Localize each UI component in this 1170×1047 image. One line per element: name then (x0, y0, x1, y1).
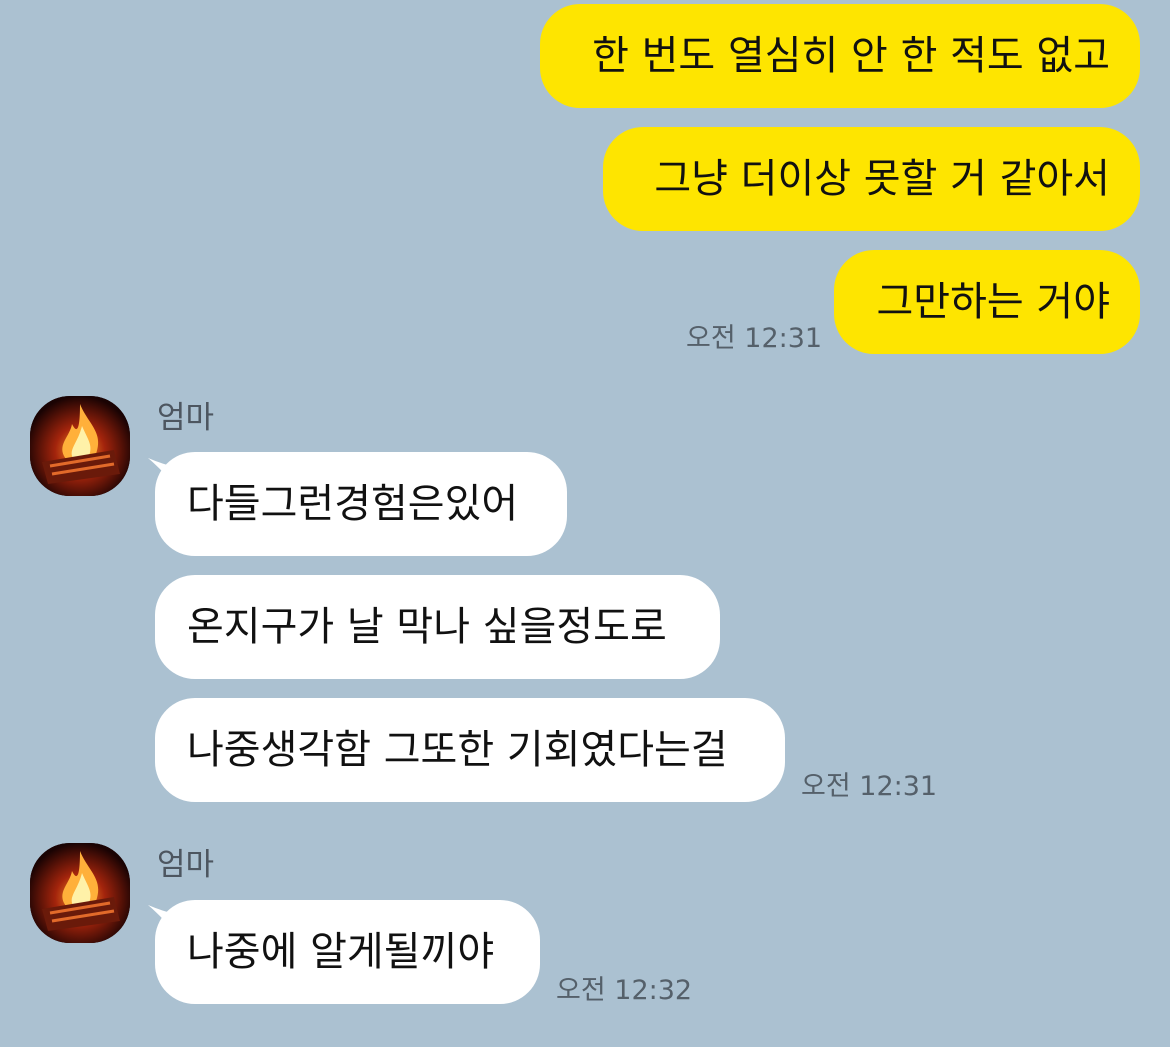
message-timestamp: 오전 12:31 (801, 771, 938, 802)
outgoing-message-bubble[interactable]: 그만하는 거야 (834, 250, 1140, 354)
incoming-message-bubble[interactable]: 나중생각함 그또한 기회였다는걸 (155, 698, 785, 802)
message-text: 온지구가 날 막나 싶을정도로 (187, 604, 667, 650)
outgoing-message-bubble[interactable]: 그냥 더이상 못할 거 같아서 (603, 127, 1140, 231)
avatar[interactable] (30, 396, 130, 496)
message-text: 나중에 알게될끼야 (187, 929, 495, 975)
message-timestamp: 오전 12:31 (686, 323, 823, 354)
message-timestamp: 오전 12:32 (556, 975, 693, 1006)
sender-name: 엄마 (157, 847, 215, 883)
incoming-message-bubble[interactable]: 온지구가 날 막나 싶을정도로 (155, 575, 720, 679)
sender-name: 엄마 (157, 400, 215, 436)
message-text: 그냥 더이상 못할 거 같아서 (654, 156, 1110, 202)
incoming-message-bubble[interactable]: 다들그런경험은있어 (155, 452, 567, 556)
incoming-message-bubble[interactable]: 나중에 알게될끼야 (155, 900, 540, 1004)
message-text: 그만하는 거야 (876, 279, 1110, 325)
avatar[interactable] (30, 843, 130, 943)
message-text: 나중생각함 그또한 기회였다는걸 (187, 727, 728, 773)
message-text: 다들그런경험은있어 (187, 481, 519, 527)
fire-icon (30, 396, 130, 496)
fire-icon (30, 843, 130, 943)
outgoing-message-bubble[interactable]: 한 번도 열심히 안 한 적도 없고 (540, 4, 1140, 108)
message-text: 한 번도 열심히 안 한 적도 없고 (592, 33, 1110, 79)
